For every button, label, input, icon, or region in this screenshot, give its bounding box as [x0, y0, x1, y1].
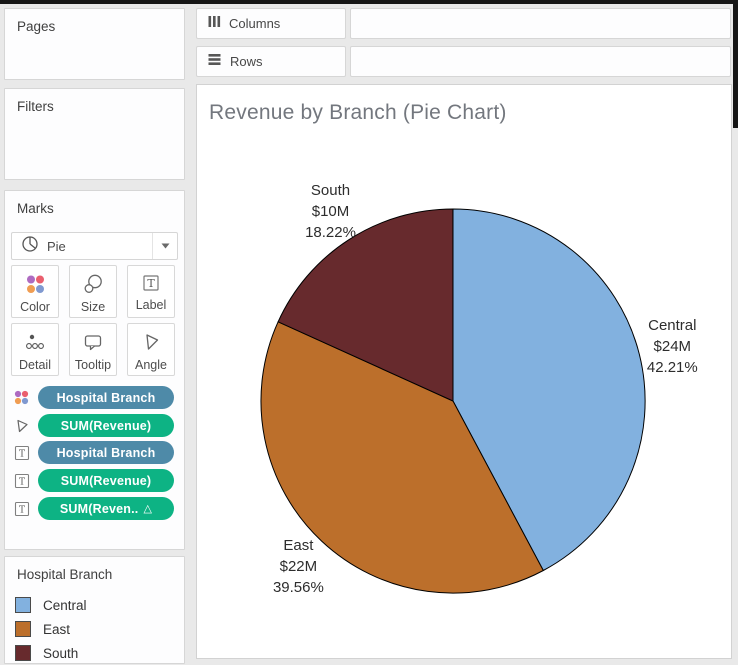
- legend-item-central[interactable]: Central: [15, 597, 87, 613]
- pill-text: Hospital Branch: [56, 390, 156, 405]
- color-dots-icon[interactable]: [13, 389, 30, 406]
- legend-title: Hospital Branch: [17, 567, 113, 582]
- pages-shelf-label: Pages: [17, 19, 56, 34]
- rows-icon: [207, 52, 222, 71]
- marks-pill-row: T SUM(Reven.. △: [5, 497, 186, 520]
- color-legend: Hospital Branch Central East South: [4, 556, 185, 664]
- legend-item-south[interactable]: South: [15, 645, 78, 661]
- detail-dots-icon: [24, 331, 46, 358]
- columns-shelf-drop-area[interactable]: [350, 8, 731, 39]
- delta-icon: △: [143, 503, 153, 515]
- legend-label: South: [43, 645, 79, 661]
- marks-pill-row: SUM(Revenue): [5, 414, 186, 437]
- worksheet-view: Revenue by Branch (Pie Chart) Central $24…: [196, 84, 732, 659]
- slice-label-south: $10M: [312, 203, 350, 220]
- pie-chart: Central $24M 42.21% East $22M 39.56% South $10M…: [260, 182, 698, 596]
- slice-label-central: $24M: [654, 338, 692, 355]
- svg-text:T: T: [147, 277, 155, 290]
- detail-button[interactable]: Detail: [11, 323, 59, 376]
- filters-shelf[interactable]: Filters: [4, 88, 185, 180]
- svg-text:T: T: [18, 477, 24, 487]
- legend-label: East: [43, 621, 71, 637]
- marks-pill-row: T SUM(Revenue): [5, 469, 186, 492]
- tooltip-bubble-icon: [82, 331, 104, 358]
- pill-text: SUM(Revenue): [60, 473, 152, 488]
- pill-sum-revenue[interactable]: SUM(Revenue): [38, 469, 174, 492]
- legend-swatch-south: [15, 645, 31, 661]
- pill-sum-revenue-truncated[interactable]: SUM(Reven.. △: [38, 497, 174, 520]
- svg-text:T: T: [18, 505, 24, 515]
- slice-label-central: Central: [648, 317, 696, 334]
- color-button-label: Color: [20, 300, 50, 314]
- color-dots-icon: [23, 273, 47, 300]
- tableau-worksheet-view: Pages Filters Marks Pie Color Size T Lab…: [0, 0, 738, 665]
- angle-button-label: Angle: [135, 358, 167, 372]
- slice-label-central: 42.21%: [647, 359, 698, 376]
- tooltip-button-label: Tooltip: [74, 358, 112, 372]
- marks-pill-row: Hospital Branch: [5, 386, 186, 409]
- legend-item-east[interactable]: East: [15, 621, 70, 637]
- text-label-icon[interactable]: T: [13, 472, 30, 489]
- columns-shelf-label: Columns: [229, 16, 281, 31]
- tooltip-button[interactable]: Tooltip: [69, 323, 117, 376]
- text-label-icon[interactable]: T: [13, 444, 30, 461]
- size-button-label: Size: [80, 300, 106, 314]
- text-label-icon: T: [141, 273, 161, 298]
- svg-text:T: T: [18, 449, 24, 459]
- text-label-icon[interactable]: T: [13, 500, 30, 517]
- marks-card: Marks Pie Color Size T Label Detail Tool…: [4, 190, 185, 550]
- rows-shelf-drop-area[interactable]: [350, 46, 731, 77]
- window-border-top: [0, 0, 738, 4]
- columns-icon: [207, 14, 221, 34]
- angle-triangle-icon: [140, 331, 162, 358]
- detail-button-label: Detail: [19, 358, 51, 372]
- filters-shelf-label: Filters: [17, 99, 54, 114]
- pill-text: Hospital Branch: [56, 445, 156, 460]
- columns-shelf-header: Columns: [196, 8, 346, 39]
- angle-triangle-icon[interactable]: [13, 417, 30, 434]
- pie-mark-icon: [21, 235, 39, 258]
- pill-text: SUM(Reven..: [59, 501, 139, 516]
- legend-label: Central: [43, 597, 87, 613]
- label-button[interactable]: T Label: [127, 265, 175, 318]
- legend-swatch-east: [15, 621, 31, 637]
- size-circles-icon: [82, 273, 104, 300]
- label-button-label: Label: [135, 298, 167, 312]
- color-button[interactable]: Color: [11, 265, 59, 318]
- mark-type-dropdown[interactable]: Pie: [11, 232, 178, 260]
- rows-shelf-header: Rows: [196, 46, 346, 77]
- window-border-right: [733, 0, 738, 128]
- slice-label-south: South: [311, 182, 350, 199]
- rows-shelf-label: Rows: [230, 54, 263, 69]
- marks-pill-row: T Hospital Branch: [5, 441, 186, 464]
- pill-text: SUM(Revenue): [60, 418, 152, 433]
- marks-card-label: Marks: [17, 201, 54, 216]
- slice-label-east: $22M: [280, 558, 318, 575]
- mark-type-value: Pie: [47, 238, 66, 254]
- size-button[interactable]: Size: [69, 265, 117, 318]
- pill-hospital-branch[interactable]: Hospital Branch: [38, 441, 174, 464]
- pill-hospital-branch[interactable]: Hospital Branch: [38, 386, 174, 409]
- chevron-down-icon[interactable]: [152, 233, 177, 259]
- slice-label-east: East: [283, 537, 314, 554]
- pill-sum-revenue[interactable]: SUM(Revenue): [38, 414, 174, 437]
- slice-label-east: 39.56%: [273, 579, 324, 596]
- pages-shelf[interactable]: Pages: [4, 8, 185, 80]
- angle-button[interactable]: Angle: [127, 323, 175, 376]
- legend-swatch-central: [15, 597, 31, 613]
- slice-label-south: 18.22%: [305, 224, 356, 241]
